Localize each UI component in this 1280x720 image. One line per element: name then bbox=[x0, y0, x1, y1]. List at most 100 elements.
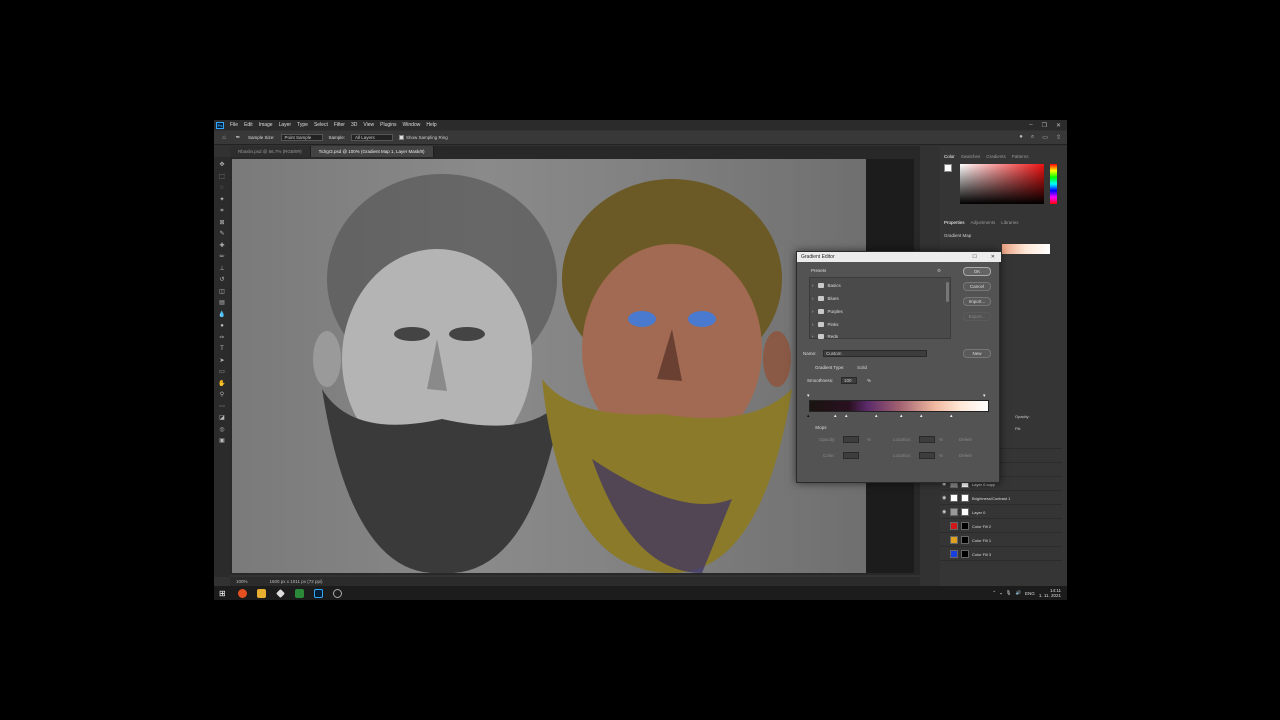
preset-folder-blues[interactable]: › Blues bbox=[812, 294, 839, 303]
show-ring-checkbox[interactable] bbox=[399, 135, 405, 140]
screen-mode-icon[interactable]: ▣ bbox=[218, 437, 226, 445]
language-indicator[interactable]: ENG bbox=[1025, 591, 1035, 596]
history-brush-icon[interactable]: ↺ bbox=[218, 276, 226, 284]
preset-folder-basics[interactable]: › Basics bbox=[812, 281, 841, 290]
chevron-up-icon[interactable]: ⌃ bbox=[992, 590, 996, 596]
tab-swatches[interactable]: Swatches bbox=[961, 154, 981, 159]
color-picker-field[interactable] bbox=[960, 164, 1044, 204]
gradient-bar[interactable] bbox=[809, 400, 989, 412]
preset-folder-reds[interactable]: › Reds bbox=[812, 333, 838, 339]
clone-stamp-icon[interactable]: ⊥ bbox=[218, 265, 226, 273]
artwork-canvas[interactable] bbox=[232, 159, 866, 574]
menu-help[interactable]: Help bbox=[423, 122, 439, 128]
home-icon[interactable]: ⌂ bbox=[220, 134, 228, 142]
tab-patterns[interactable]: Patterns bbox=[1012, 154, 1029, 159]
layer-mask-thumbnail[interactable] bbox=[961, 536, 969, 544]
frame-tool-icon[interactable]: ⊠ bbox=[218, 219, 226, 227]
photoshop-taskbar-icon[interactable] bbox=[314, 588, 323, 598]
restore-icon[interactable]: ❐ bbox=[1042, 122, 1047, 129]
color-stop[interactable]: ▴ bbox=[950, 413, 953, 419]
magic-wand-icon[interactable]: ✦ bbox=[218, 196, 226, 204]
tab-color[interactable]: Color bbox=[944, 154, 955, 159]
color-stop[interactable]: ▴ bbox=[920, 413, 923, 419]
menu-plugins[interactable]: Plugins bbox=[377, 122, 399, 128]
eyedropper-tool-icon[interactable]: ✒ bbox=[234, 134, 242, 142]
color-stop[interactable]: ▴ bbox=[807, 413, 810, 419]
close-icon[interactable]: ✕ bbox=[1056, 122, 1061, 129]
menu-file[interactable]: File bbox=[227, 122, 241, 128]
color-swatches-icon[interactable]: ◪ bbox=[218, 414, 226, 422]
cancel-button[interactable]: Cancel bbox=[963, 282, 991, 291]
layer-row[interactable]: ◉ Layer 0 bbox=[940, 506, 1062, 519]
sample-select[interactable]: All Layers bbox=[351, 134, 394, 141]
type-tool-icon[interactable]: T bbox=[218, 345, 226, 353]
menu-type[interactable]: Type bbox=[294, 122, 311, 128]
ok-button[interactable]: OK bbox=[963, 267, 991, 276]
menu-window[interactable]: Window bbox=[400, 122, 424, 128]
delete-color-stop-button[interactable]: Delete bbox=[959, 453, 972, 458]
crop-tool-icon[interactable]: ⌗ bbox=[218, 207, 226, 215]
color-stops-row[interactable]: ▴ ▴ ▴ ▴ ▴ ▴ ▴ bbox=[807, 413, 989, 421]
opacity-stop-left[interactable]: ▾ bbox=[807, 393, 810, 399]
menu-filter[interactable]: Filter bbox=[331, 122, 348, 128]
color-stop[interactable]: ▴ bbox=[875, 413, 878, 419]
preset-folder-pinks[interactable]: › Pinks bbox=[812, 320, 839, 329]
search-icon[interactable]: ⌕ bbox=[1031, 134, 1034, 141]
app-green-icon[interactable] bbox=[295, 588, 304, 598]
volume-icon[interactable]: 🔊 bbox=[1015, 590, 1021, 596]
layer-mask-thumbnail[interactable] bbox=[961, 550, 969, 558]
workspace-icon[interactable]: ▭ bbox=[1042, 134, 1048, 141]
stop-color-location-field[interactable] bbox=[919, 452, 935, 459]
tab-document-1[interactable]: Rbaslin.psd @ 66.7% (RGB/8#) bbox=[230, 146, 311, 157]
menu-select[interactable]: Select bbox=[311, 122, 331, 128]
lasso-tool-icon[interactable]: ◌ bbox=[218, 184, 226, 192]
move-tool-icon[interactable]: ✥ bbox=[218, 161, 226, 169]
photoshop-logo[interactable]: Ps bbox=[216, 121, 224, 129]
delete-opacity-stop-button[interactable]: Delete bbox=[959, 437, 972, 442]
marquee-tool-icon[interactable]: ⬚ bbox=[218, 173, 226, 181]
tab-properties[interactable]: Properties bbox=[944, 220, 965, 225]
layer-row[interactable]: Color Fill 2 bbox=[940, 520, 1062, 533]
eyedropper-icon[interactable]: ✎ bbox=[218, 230, 226, 238]
stop-location-field[interactable] bbox=[919, 436, 935, 443]
tab-gradients[interactable]: Gradients bbox=[986, 154, 1006, 159]
share-icon[interactable]: ⇧ bbox=[1056, 134, 1061, 141]
file-explorer-icon[interactable] bbox=[257, 588, 266, 598]
layer-mask-thumbnail[interactable] bbox=[961, 508, 969, 516]
menu-view[interactable]: View bbox=[360, 122, 377, 128]
layer-mask-thumbnail[interactable] bbox=[961, 494, 969, 502]
smoothness-field[interactable]: 100 bbox=[841, 377, 857, 384]
gradient-preview-swatch[interactable] bbox=[1002, 244, 1050, 254]
pen-tool-icon[interactable]: ✑ bbox=[218, 334, 226, 342]
opacity-stop-right[interactable]: ▾ bbox=[983, 393, 986, 399]
export-button[interactable]: Export... bbox=[963, 312, 991, 321]
gradient-tool-icon[interactable]: ▤ bbox=[218, 299, 226, 307]
tab-document-2[interactable]: Tidrgr2.psd @ 100% (Gradient Map 1, Laye… bbox=[310, 146, 434, 157]
layer-row[interactable]: Color Fill 1 bbox=[940, 534, 1062, 547]
menu-image[interactable]: Image bbox=[256, 122, 276, 128]
gradient-type-select[interactable]: Solid bbox=[855, 364, 879, 371]
brush-tool-icon[interactable]: ✏ bbox=[218, 253, 226, 261]
presets-list[interactable]: › Basics › Blues › Purples › Pinks › Reds bbox=[809, 277, 951, 339]
layer-mask-thumbnail[interactable] bbox=[961, 522, 969, 530]
presets-scrollbar[interactable] bbox=[946, 282, 949, 302]
zoom-tool-icon[interactable]: ⚲ bbox=[218, 391, 226, 399]
hand-tool-icon[interactable]: ✋ bbox=[218, 380, 226, 388]
visibility-eye-icon[interactable]: ◉ bbox=[942, 495, 947, 501]
maximize-icon[interactable]: ☐ bbox=[972, 254, 976, 260]
microphone-icon[interactable]: 🎙 bbox=[1006, 590, 1012, 596]
stop-color-swatch[interactable] bbox=[843, 452, 859, 459]
blur-tool-icon[interactable]: 💧 bbox=[218, 311, 226, 319]
layer-row[interactable]: ◉ Brightness/Contrast 1 bbox=[940, 492, 1062, 505]
path-selection-icon[interactable]: ➤ bbox=[218, 357, 226, 365]
sample-size-select[interactable]: Point Sample bbox=[280, 134, 323, 141]
document-info[interactable]: 1600 px x 1011 px (72 ppi) bbox=[270, 579, 323, 584]
app-circle-icon[interactable] bbox=[333, 588, 342, 598]
zoom-level[interactable]: 100% bbox=[236, 579, 248, 584]
import-button[interactable]: Import... bbox=[963, 297, 991, 306]
preset-folder-purples[interactable]: › Purples bbox=[812, 307, 843, 316]
account-icon[interactable]: ● bbox=[1019, 134, 1023, 141]
gradient-name-field[interactable]: Custom bbox=[823, 350, 927, 357]
visibility-eye-icon[interactable]: ◉ bbox=[942, 509, 947, 515]
tab-adjustments[interactable]: Adjustments bbox=[971, 220, 996, 225]
